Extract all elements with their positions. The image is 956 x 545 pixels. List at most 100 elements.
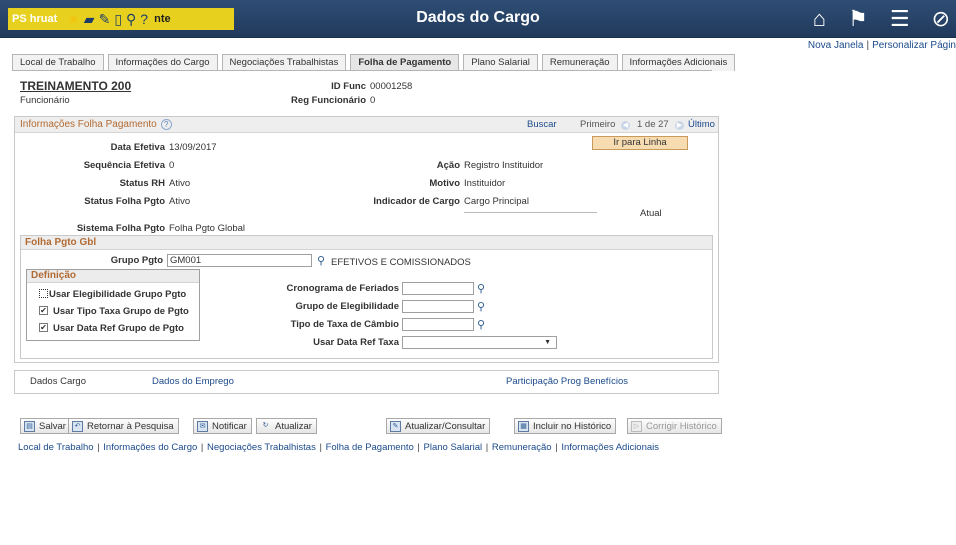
top-links: Nova Janela | Personalizar Págin xyxy=(807,40,956,51)
menu-icon[interactable]: ☰ xyxy=(890,6,910,32)
return-search-button[interactable]: ↶ Retornar à Pesquisa xyxy=(68,418,179,434)
indicador-label: Indicador de Cargo xyxy=(373,196,460,207)
refresh-icon: ↻ xyxy=(262,422,269,429)
tipo-taxa-lookup-icon[interactable]: ⚲ xyxy=(477,319,485,331)
grupo-eleg-input[interactable] xyxy=(402,300,474,313)
notify-icon: ✉ xyxy=(197,421,208,432)
link-remuneracao[interactable]: Remuneração xyxy=(492,442,552,453)
refresh-button[interactable]: ↻ Atualizar xyxy=(256,418,317,434)
related-links-box: Dados Cargo Dados do Emprego Participaçã… xyxy=(14,370,719,394)
goto-row-button[interactable]: Ir para Linha xyxy=(592,136,688,150)
usar-tipo-taxa-label: Usar Tipo Taxa Grupo de Pgto xyxy=(53,306,189,317)
banner-actions: ⌂ ⚑ ☰ ⊘ xyxy=(813,6,950,32)
link-local-trabalho[interactable]: Local de Trabalho xyxy=(18,442,94,453)
atual-label: Atual xyxy=(640,208,662,219)
tipo-taxa-label: Tipo de Taxa de Câmbio xyxy=(290,319,399,330)
tab-local-trabalho[interactable]: Local de Trabalho xyxy=(12,54,104,71)
help-icon[interactable]: ? xyxy=(160,119,172,130)
gbl-title: Folha Pgto Gbl xyxy=(25,237,97,248)
ultimo-link[interactable]: Último xyxy=(688,119,715,130)
update-display-icon: ✎ xyxy=(390,421,401,432)
usar-tipo-taxa-checkbox[interactable]: ✔ xyxy=(39,306,48,315)
tipo-taxa-input[interactable] xyxy=(402,318,474,331)
sistema-value: Folha Pgto Global xyxy=(169,223,246,234)
folha-pgto-gbl-box: Folha Pgto Gbl Grupo Pgto GM001 ⚲ EFETIV… xyxy=(20,235,713,359)
link-folha-pagamento[interactable]: Folha de Pagamento xyxy=(326,442,414,453)
tab-informacoes-adicionais[interactable]: Informações Adicionais xyxy=(621,54,736,71)
usar-elegibilidade-checkbox[interactable] xyxy=(39,289,48,298)
employee-name: TREINAMENTO 200 xyxy=(20,79,132,93)
link-informacoes-adicionais[interactable]: Informações Adicionais xyxy=(561,442,659,453)
definicao-title: Definição xyxy=(31,270,77,281)
tab-remuneracao[interactable]: Remuneração xyxy=(541,54,618,71)
indicador-value: Cargo Principal xyxy=(464,196,529,207)
next-icon[interactable]: ▶ xyxy=(675,119,684,130)
link-informacoes-cargo[interactable]: Informações do Cargo xyxy=(103,442,197,453)
tab-plano-salarial[interactable]: Plano Salarial xyxy=(463,54,538,71)
acao-label: Ação xyxy=(436,160,460,171)
usar-data-ref-checkbox[interactable]: ✔ xyxy=(39,323,48,332)
reg-label: Reg Funcionário xyxy=(291,95,366,106)
primeiro-label: Primeiro xyxy=(580,119,616,130)
personalize-link[interactable]: Personalizar Págin xyxy=(872,40,956,51)
acao-value: Registro Instituidor xyxy=(464,160,544,171)
new-window-link[interactable]: Nova Janela xyxy=(808,40,864,51)
include-history-icon: ▦ xyxy=(518,421,529,432)
usar-elegibilidade-label: Usar Elegibilidade Grupo Pgto xyxy=(49,289,187,300)
motivo-value: Instituidor xyxy=(464,178,506,189)
section-title-text: Informações Folha Pagamento xyxy=(20,119,157,130)
grupo-pgto-description: EFETIVOS E COMISSIONADOS xyxy=(331,257,471,268)
dados-emprego-link[interactable]: Dados do Emprego xyxy=(152,376,234,387)
cronograma-lookup-icon[interactable]: ⚲ xyxy=(477,283,485,295)
notify-button[interactable]: ✉ Notificar xyxy=(193,418,252,434)
include-history-button[interactable]: ▦ Incluir no Histórico xyxy=(514,418,617,434)
participacao-link[interactable]: Participação Prog Benefícios xyxy=(506,376,628,387)
gbl-header: Folha Pgto Gbl xyxy=(21,236,712,250)
compass-icon[interactable]: ⊘ xyxy=(932,6,950,32)
status-folha-label: Status Folha Pgto xyxy=(84,196,165,207)
sequencia-label: Sequência Efetiva xyxy=(83,160,165,171)
previous-icon[interactable]: ◀ xyxy=(621,119,630,130)
cronograma-label: Cronograma de Feriados xyxy=(286,283,399,294)
page-tabs: Local de Trabalho Informações do Cargo N… xyxy=(12,54,736,71)
row-counter: 1 de 27 xyxy=(637,119,669,130)
bottom-page-links: Local de Trabalho | Informações do Cargo… xyxy=(18,442,660,453)
data-ref-taxa-select[interactable]: ▼ xyxy=(402,336,557,349)
top-banner: PS hruat ★ ▰ ✎ ▯ ⚲ ? nte Dados do Cargo … xyxy=(0,0,956,38)
sistema-label: Sistema Folha Pgto xyxy=(76,223,165,234)
definicao-header: Definição xyxy=(27,270,199,283)
id-func-value: 00001258 xyxy=(370,81,413,92)
return-icon: ↶ xyxy=(72,421,83,432)
folha-pagamento-section: Informações Folha Pagamento? Buscar Prim… xyxy=(14,116,719,363)
grupo-eleg-lookup-icon[interactable]: ⚲ xyxy=(477,301,485,313)
save-label: Salvar xyxy=(39,421,66,432)
home-icon[interactable]: ⌂ xyxy=(813,6,826,32)
link-plano-salarial[interactable]: Plano Salarial xyxy=(424,442,483,453)
link-negociacoes[interactable]: Negociações Trabalhistas xyxy=(207,442,316,453)
status-folha-value: Ativo xyxy=(169,196,191,207)
grupo-pgto-label: Grupo Pgto xyxy=(110,255,163,266)
return-label: Retornar à Pesquisa xyxy=(87,421,174,432)
data-efetiva-label: Data Efetiva xyxy=(110,142,165,153)
tab-negociacoes[interactable]: Negociações Trabalhistas xyxy=(221,54,347,71)
tab-informacoes-cargo[interactable]: Informações do Cargo xyxy=(107,54,218,71)
grupo-pgto-lookup-icon[interactable]: ⚲ xyxy=(317,255,325,267)
update-display-label: Atualizar/Consultar xyxy=(405,421,486,432)
save-button[interactable]: ▤ Salvar xyxy=(20,418,71,434)
include-history-label: Incluir no Histórico xyxy=(533,421,612,432)
correct-history-button[interactable]: ▷ Corrigir Histórico xyxy=(627,418,722,434)
flag-icon[interactable]: ⚑ xyxy=(848,6,868,32)
tab-folha-pagamento[interactable]: Folha de Pagamento xyxy=(350,54,460,71)
correct-history-icon: ▷ xyxy=(631,421,642,432)
data-efetiva-value: 13/09/2017 xyxy=(169,142,217,153)
status-rh-label: Status RH xyxy=(119,178,165,189)
correct-history-label: Corrigir Histórico xyxy=(646,421,717,432)
grupo-pgto-input[interactable]: GM001 xyxy=(167,254,312,267)
chevron-down-icon: ▼ xyxy=(544,339,551,346)
sequencia-value: 0 xyxy=(169,160,175,171)
refresh-label: Atualizar xyxy=(275,421,312,432)
buscar-link[interactable]: Buscar xyxy=(527,119,557,130)
section-header: Informações Folha Pagamento? Buscar Prim… xyxy=(15,117,718,133)
update-display-button[interactable]: ✎ Atualizar/Consultar xyxy=(386,418,491,434)
cronograma-input[interactable] xyxy=(402,282,474,295)
